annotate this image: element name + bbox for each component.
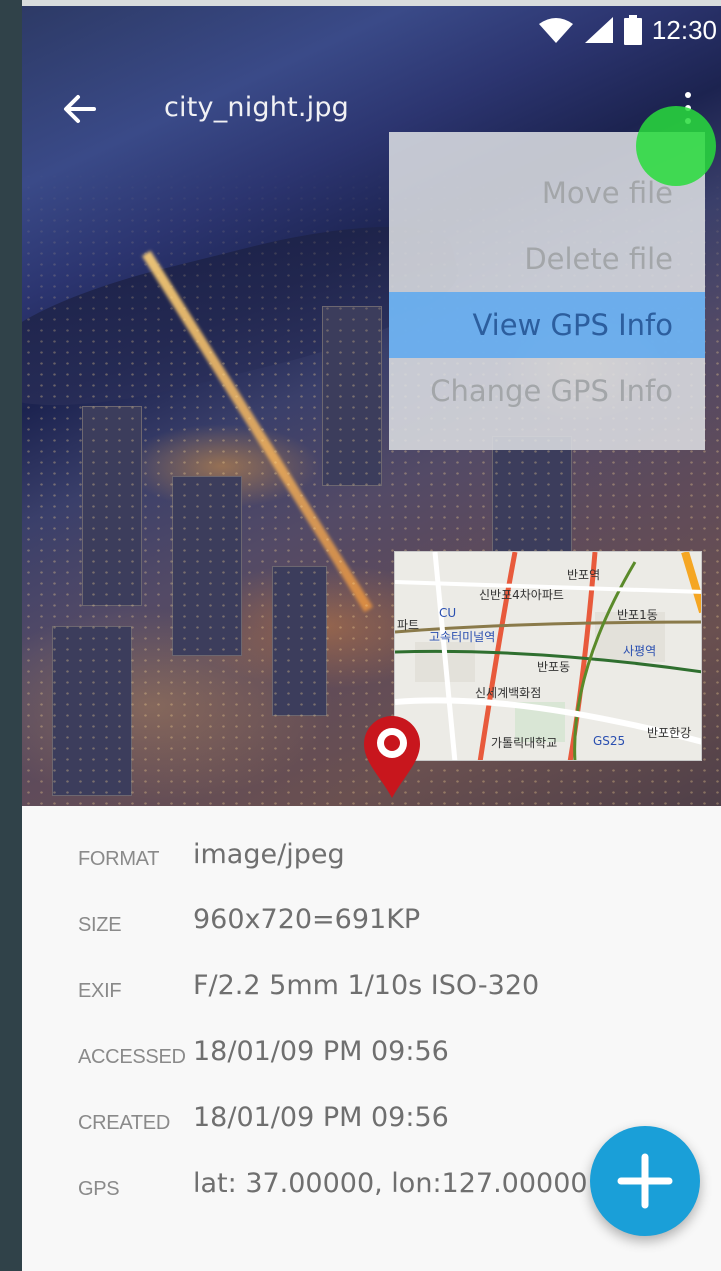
map-label: 반포역 xyxy=(567,568,601,582)
battery-icon xyxy=(623,15,642,45)
menu-item-change-gps-info[interactable]: Change GPS Info xyxy=(389,358,705,424)
info-value: 960x720=691KP xyxy=(193,904,421,935)
map-label: 사평역 xyxy=(623,644,657,658)
map-label: GS25 xyxy=(593,734,626,748)
map-label: 가톨릭대학교 xyxy=(491,736,558,750)
map-label: 파트 xyxy=(397,618,420,632)
info-value: F/2.2 5mm 1/10s ISO-320 xyxy=(193,970,540,1001)
back-button[interactable] xyxy=(56,86,102,132)
info-key: EXIF xyxy=(78,980,122,1002)
map-label: 신세계백화점 xyxy=(475,686,542,700)
map-label: 고속터미널역 xyxy=(429,630,496,644)
info-value: image/jpeg xyxy=(193,839,345,870)
mini-map[interactable]: 반포역 신반포4차아파트 CU 반포1동 고속터미널역 사평역 반포동 신세계백… xyxy=(394,551,702,761)
add-button[interactable] xyxy=(590,1126,700,1236)
map-label: 반포한강 xyxy=(647,726,692,740)
menu-item-view-gps-info[interactable]: View GPS Info xyxy=(389,292,705,358)
info-key: SIZE xyxy=(78,914,122,936)
map-pin-icon xyxy=(364,716,420,798)
arrow-left-icon xyxy=(64,95,96,123)
map-label: 반포동 xyxy=(537,660,571,674)
file-title: city_night.jpg xyxy=(164,92,350,123)
left-edge-strip xyxy=(0,0,22,1271)
status-time: 12:30 xyxy=(651,14,717,45)
wifi-icon xyxy=(538,18,573,43)
info-value: 18/01/09 PM 09:56 xyxy=(193,1036,449,1067)
status-bar: 12:30 xyxy=(538,10,721,50)
map-label: 반포1동 xyxy=(617,608,658,622)
map-label: 신반포4차아파트 xyxy=(479,588,564,602)
plus-icon xyxy=(617,1153,673,1209)
info-key: ACCESSED xyxy=(78,1046,186,1068)
menu-item-delete-file[interactable]: Delete file xyxy=(389,226,705,292)
info-key: GPS xyxy=(78,1178,120,1200)
map-label: CU xyxy=(439,606,457,620)
info-key: FORMAT xyxy=(78,848,160,870)
info-value: 18/01/09 PM 09:56 xyxy=(193,1102,449,1133)
info-value: lat: 37.00000, lon:127.00000 xyxy=(193,1168,588,1199)
touch-indicator xyxy=(636,106,716,186)
info-key: CREATED xyxy=(78,1112,170,1134)
signal-icon xyxy=(584,17,613,43)
